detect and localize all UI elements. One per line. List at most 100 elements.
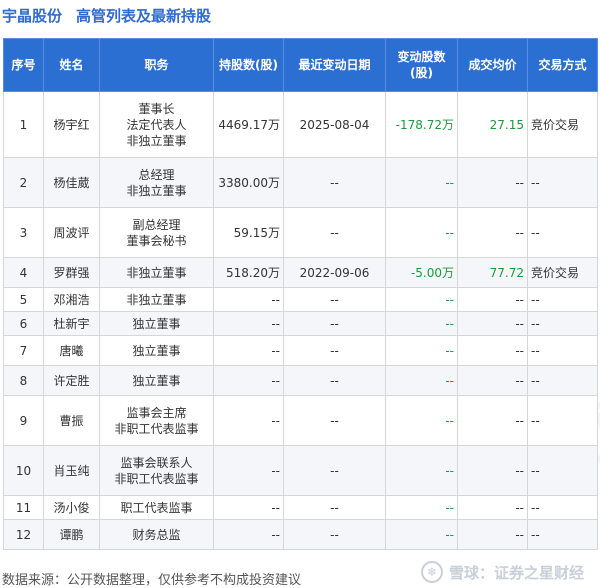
role-line: 非独立董事 [126, 292, 187, 307]
role-line: 副总经理 [132, 217, 181, 232]
row-number: 6 [3, 311, 44, 336]
last-change-date: -- [283, 335, 386, 366]
column-header: 序号 [3, 38, 44, 92]
column-header: 持股数(股) [213, 38, 284, 92]
average-price: -- [457, 445, 528, 496]
change-shares: -- [385, 207, 458, 258]
last-change-date: -- [283, 311, 386, 336]
executive-name: 汤小俊 [43, 495, 100, 520]
average-price: -- [457, 365, 528, 396]
row-number: 5 [3, 287, 44, 312]
row-number: 7 [3, 335, 44, 366]
executive-name: 许定胜 [43, 365, 100, 396]
average-price: -- [457, 207, 528, 258]
role-line: 非独立董事 [126, 133, 187, 148]
change-shares: -178.72万 [385, 91, 458, 158]
last-change-date: -- [283, 287, 386, 312]
shares-held: 4469.17万 [213, 91, 284, 158]
shares-held: 518.20万 [213, 257, 284, 288]
row-number: 10 [3, 445, 44, 496]
column-header: 职务 [99, 38, 214, 92]
executive-roles: 独立董事 [99, 311, 214, 336]
change-shares: -- [385, 335, 458, 366]
last-change-date: -- [283, 395, 386, 446]
data-source-note: 数据来源：公开数据整理，仅供参考不构成投资建议 [2, 573, 302, 588]
table-row: 9 曹振 监事会主席 非职工代表监事 -- -- -- -- -- [3, 395, 598, 446]
last-change-date: -- [283, 519, 386, 550]
executive-name: 杨宇红 [43, 91, 100, 158]
executive-name: 曹振 [43, 395, 100, 446]
executive-roles: 职工代表监事 [99, 495, 214, 520]
average-price: 27.15 [457, 91, 528, 158]
change-shares: -- [385, 157, 458, 208]
shares-held: 3380.00万 [213, 157, 284, 208]
table-row: 8 许定胜 独立董事 -- -- -- -- -- [3, 365, 598, 396]
change-shares: -- [385, 365, 458, 396]
executive-name: 肖玉纯 [43, 445, 100, 496]
trade-method: -- [527, 311, 598, 336]
executive-name: 邓湘浩 [43, 287, 100, 312]
table-row: 5 邓湘浩 非独立董事 -- -- -- -- -- [3, 287, 598, 312]
average-price: -- [457, 311, 528, 336]
role-line: 法定代表人 [126, 117, 187, 132]
table-row: 2 杨佳葳 总经理 非独立董事 3380.00万 -- -- -- -- [3, 157, 598, 208]
table-row: 7 唐曦 独立董事 -- -- -- -- -- [3, 335, 598, 366]
row-number: 9 [3, 395, 44, 446]
trade-method: -- [527, 335, 598, 366]
row-number: 3 [3, 207, 44, 258]
change-shares: -- [385, 395, 458, 446]
trade-method: -- [527, 365, 598, 396]
column-header: 最近变动日期 [283, 38, 386, 92]
executives-table: 序号 姓名 职务 持股数(股) 最近变动日期 变动股数(股) 成交均价 交易方式 1 杨宇红 董事… [3, 38, 598, 550]
executive-name: 周波评 [43, 207, 100, 258]
table-row: 11 汤小俊 职工代表监事 -- -- -- -- -- [3, 495, 598, 520]
trade-method: -- [527, 495, 598, 520]
row-number: 12 [3, 519, 44, 550]
shares-held: -- [213, 395, 284, 446]
executive-roles: 监事会联系人 非职工代表监事 [99, 445, 214, 496]
role-line: 监事会联系人 [120, 455, 193, 470]
role-line: 监事会主席 [126, 405, 187, 420]
trade-method: -- [527, 157, 598, 208]
executive-roles: 董事长 法定代表人 非独立董事 [99, 91, 214, 158]
last-change-date: -- [283, 157, 386, 208]
table-row: 4 罗群强 非独立董事 518.20万 2022-09-06 -5.00万 77.72 竞价交… [3, 257, 598, 288]
executive-name: 杜新宇 [43, 311, 100, 336]
trade-method: -- [527, 287, 598, 312]
role-line: 财务总监 [132, 527, 181, 542]
table-body: 1 杨宇红 董事长 法定代表人 非独立董事 4469.17万 2025-08-04 -178.… [3, 91, 598, 550]
brand-text: 雪球：证券之星财经 [448, 563, 584, 582]
change-shares: -- [385, 495, 458, 520]
row-number: 2 [3, 157, 44, 208]
page-title: 高管列表及最新持股 [76, 6, 212, 25]
last-change-date: -- [283, 445, 386, 496]
executive-name: 罗群强 [43, 257, 100, 288]
shares-held: -- [213, 495, 284, 520]
trade-method: -- [527, 395, 598, 446]
row-number: 11 [3, 495, 44, 520]
column-header: 成交均价 [457, 38, 528, 92]
average-price: -- [457, 495, 528, 520]
shares-held: -- [213, 519, 284, 550]
role-line: 职工代表监事 [120, 500, 193, 515]
role-line: 非职工代表监事 [114, 421, 199, 436]
role-line: 总经理 [138, 167, 175, 182]
executive-roles: 独立董事 [99, 335, 214, 366]
trade-method: -- [527, 445, 598, 496]
trade-method: 竞价交易 [527, 91, 598, 158]
change-shares: -- [385, 287, 458, 312]
last-change-date: 2025-08-04 [283, 91, 386, 158]
last-change-date: -- [283, 495, 386, 520]
column-header: 姓名 [43, 38, 100, 92]
change-shares: -5.00万 [385, 257, 458, 288]
role-line: 非独立董事 [126, 183, 187, 198]
table-header-row: 序号 姓名 职务 持股数(股) 最近变动日期 变动股数(股) 成交均价 交易方式 [3, 38, 598, 92]
shares-held: -- [213, 365, 284, 396]
last-change-date: -- [283, 365, 386, 396]
shares-held: -- [213, 311, 284, 336]
last-change-date: 2022-09-06 [283, 257, 386, 288]
company-name: 宇晶股份 [2, 6, 63, 25]
role-line: 独立董事 [132, 316, 181, 331]
executive-roles: 监事会主席 非职工代表监事 [99, 395, 214, 446]
table-row: 10 肖玉纯 监事会联系人 非职工代表监事 -- -- -- -- -- [3, 445, 598, 496]
